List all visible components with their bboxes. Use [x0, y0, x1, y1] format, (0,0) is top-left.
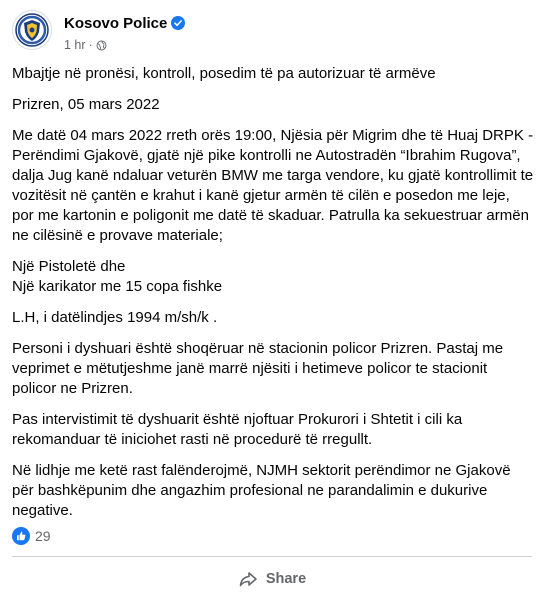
share-label: Share: [265, 571, 307, 587]
suspect-info: L.H, i datëlindjes 1994 m/sh/k .: [12, 309, 218, 326]
post-paragraph-prosecutor: Pas intervistimit të dyshuarit është njo…: [12, 411, 463, 448]
post-body: Mbajtje në pronësi, kontroll, posedim të…: [12, 64, 534, 532]
post-timestamp[interactable]: 1 hr: [64, 38, 86, 52]
post-actions: Share: [0, 558, 544, 600]
actions-divider: [12, 556, 532, 557]
share-icon: [239, 572, 257, 587]
globe-icon[interactable]: [96, 40, 107, 51]
post-paragraph-thanks: Në lidhje me ketë rast falënderojmë, NJM…: [12, 462, 511, 519]
post-paragraph-incident: Me datë 04 mars 2022 rreth orës 19:00, N…: [12, 127, 534, 244]
verified-badge-icon: [171, 16, 186, 30]
post-place-date: Prizren, 05 mars 2022: [12, 96, 160, 113]
meta-separator: ·: [88, 38, 93, 52]
seized-item-magazine: Një karikator me 15 copa fishke: [12, 278, 223, 295]
reactions-summary[interactable]: 29: [12, 526, 51, 546]
seized-item-pistol: Një Pistoletë dhe: [12, 258, 126, 275]
facebook-post: Kosovo Police 1 hr · Mbajtje në pronësi, …: [0, 0, 544, 600]
reaction-count[interactable]: 29: [35, 528, 51, 544]
police-logo-icon: [15, 13, 49, 47]
post-header: Kosovo Police 1 hr ·: [12, 10, 532, 56]
post-paragraph-escort: Personi i dyshuari është shoqëruar në st…: [12, 340, 504, 397]
page-avatar[interactable]: [12, 10, 52, 50]
page-name-text[interactable]: Kosovo Police: [64, 15, 167, 32]
like-icon: [12, 527, 30, 545]
share-button[interactable]: Share: [228, 563, 316, 595]
post-meta: 1 hr ·: [64, 38, 107, 52]
post-title-line: Mbajtje në pronësi, kontroll, posedim të…: [12, 65, 436, 82]
page-name[interactable]: Kosovo Police: [64, 15, 186, 32]
